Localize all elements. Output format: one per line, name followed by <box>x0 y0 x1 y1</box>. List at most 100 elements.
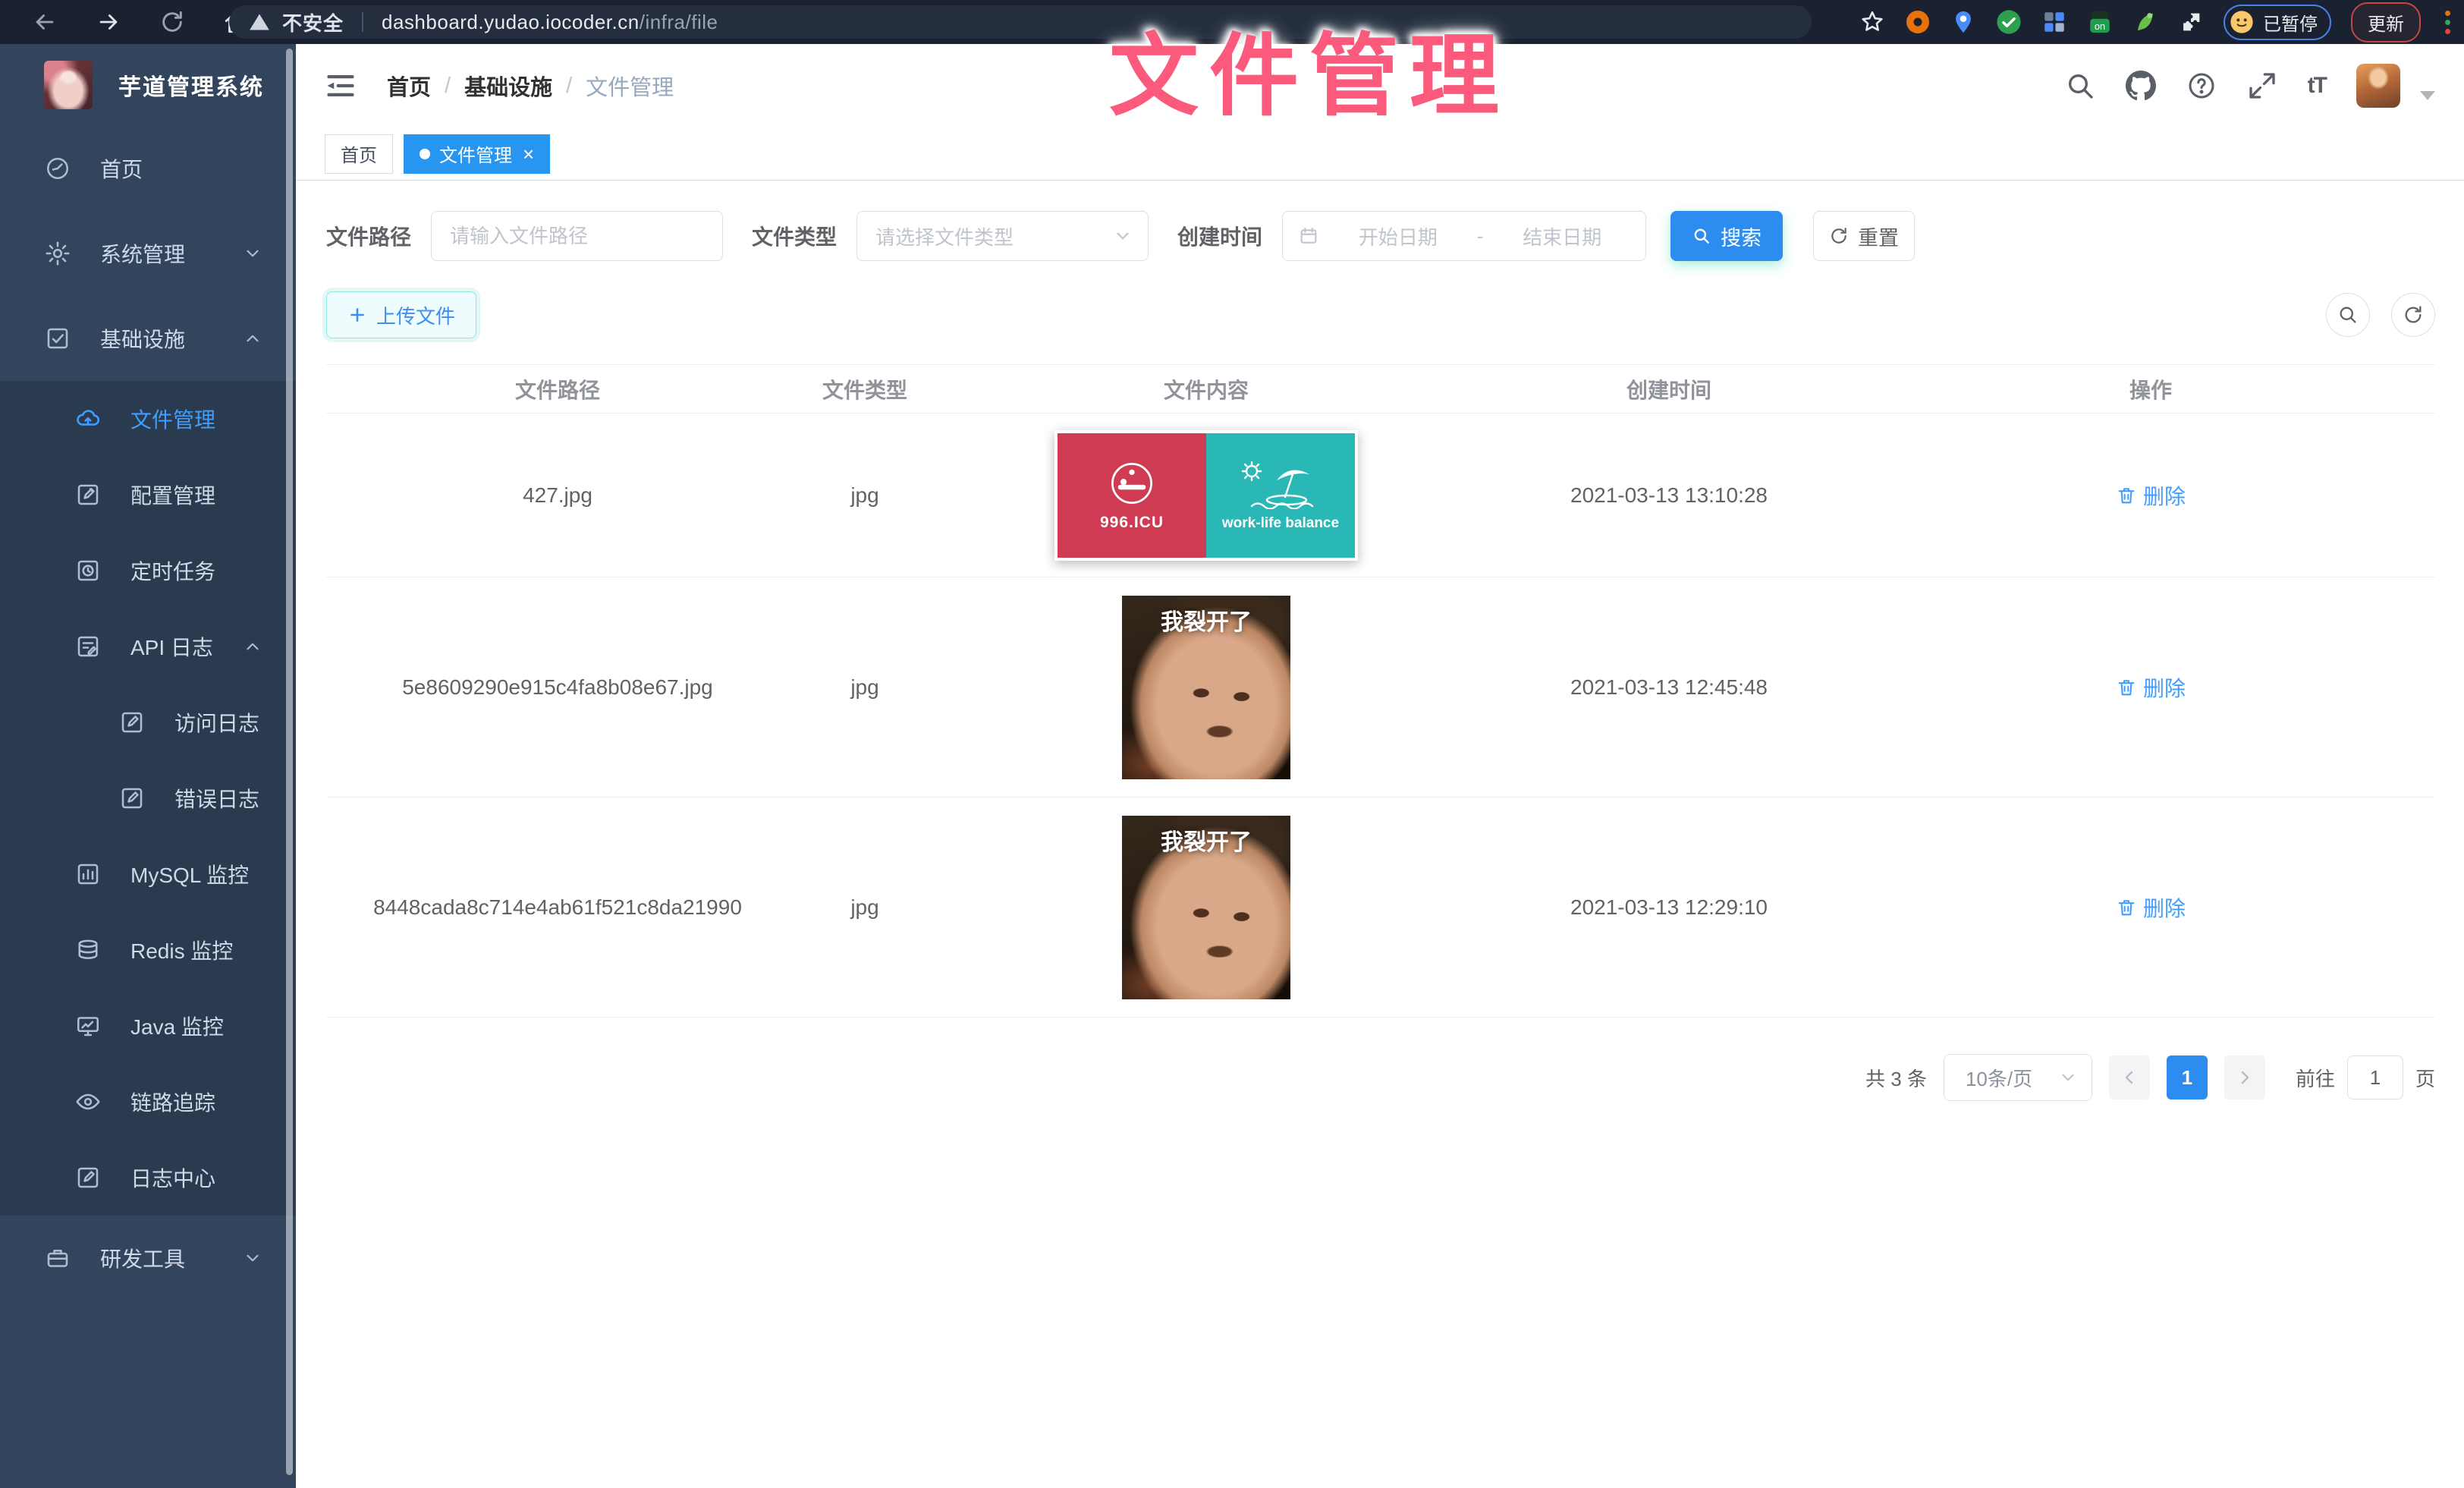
prev-page-button[interactable] <box>2109 1055 2150 1099</box>
cell-file-type: jpg <box>789 675 941 700</box>
log-edit-icon <box>74 633 102 660</box>
sidebar-item-config-management[interactable]: 配置管理 <box>0 457 296 533</box>
sidebar-item-api-log[interactable]: API 日志 <box>0 609 296 684</box>
next-page-button[interactable] <box>2224 1055 2265 1099</box>
ext-on-label: on <box>2095 20 2105 32</box>
tag-home[interactable]: 首页 <box>325 134 393 174</box>
sidebar-item-label: Java 监控 <box>130 1011 224 1041</box>
ext-on-badge-icon[interactable]: on <box>2087 9 2113 35</box>
tag-active-dot <box>420 149 430 159</box>
help-icon[interactable] <box>2186 71 2217 101</box>
breadcrumb-separator: / <box>445 74 451 99</box>
ext-check-circle-icon[interactable] <box>1996 9 2022 35</box>
security-label[interactable]: 不安全 <box>282 8 344 36</box>
ext-gear-icon[interactable] <box>1905 9 1931 35</box>
file-thumbnail-meme[interactable]: 我裂开了 <box>1122 816 1290 999</box>
reset-button[interactable]: 重置 <box>1813 211 1915 261</box>
paused-label: 已暂停 <box>2263 9 2318 36</box>
file-thumbnail-meme[interactable]: 我裂开了 <box>1122 596 1290 779</box>
toggle-search-button[interactable] <box>2326 293 2370 337</box>
sidebar-item-mysql-monitor[interactable]: MySQL 监控 <box>0 836 296 912</box>
column-header-path: 文件路径 <box>326 374 789 404</box>
chevron-left-icon <box>2120 1068 2139 1087</box>
app-logo-image <box>44 61 93 109</box>
date-separator: - <box>1477 225 1484 248</box>
browser-menu-icon[interactable] <box>2440 11 2455 34</box>
sidebar-item-infrastructure[interactable]: 基础设施 <box>0 296 296 381</box>
profile-paused-chip[interactable]: 已暂停 <box>2224 5 2331 40</box>
sidebar-item-log-center[interactable]: 日志中心 <box>0 1140 296 1216</box>
cell-file-type: jpg <box>789 483 941 508</box>
ext-puzzle-icon[interactable] <box>2178 9 2204 35</box>
url-host: dashboard.yudao.iocoder.cn <box>382 11 640 33</box>
sidebar-item-system[interactable]: 系统管理 <box>0 211 296 296</box>
sidebar-item-trace[interactable]: 链路追踪 <box>0 1064 296 1140</box>
tag-close-icon[interactable]: × <box>523 144 534 164</box>
sidebar-item-java-monitor[interactable]: Java 监控 <box>0 988 296 1064</box>
cell-created-time: 2021-03-13 12:45:48 <box>1472 675 1866 700</box>
url-text[interactable]: dashboard.yudao.iocoder.cn/infra/file <box>382 11 718 34</box>
goto-page-input[interactable] <box>2347 1055 2403 1099</box>
breadcrumb-infrastructure[interactable]: 基础设施 <box>464 70 552 102</box>
security-warning-icon[interactable] <box>249 11 270 33</box>
back-icon[interactable] <box>32 9 58 35</box>
cell-file-path: 427.jpg <box>326 483 789 508</box>
browser-extensions-area: on 已暂停 更新 <box>1859 0 2455 44</box>
app-logo-row[interactable]: 芋道管理系统 <box>0 44 296 126</box>
bookmark-star-icon[interactable] <box>1859 9 1885 35</box>
breadcrumb-home[interactable]: 首页 <box>387 70 431 102</box>
search-button-label: 搜索 <box>1721 222 1762 251</box>
file-thumbnail-996[interactable]: 996.ICU <box>1054 430 1358 561</box>
sidebar-item-file-management[interactable]: 文件管理 <box>0 381 296 457</box>
chevron-down-icon <box>243 244 262 263</box>
sidebar-item-access-log[interactable]: 访问日志 <box>0 684 296 760</box>
tag-file-management[interactable]: 文件管理 × <box>404 134 550 174</box>
sidebar-item-dev-tools[interactable]: 研发工具 <box>0 1216 296 1301</box>
thumbnail-wlb-label: work-life balance <box>1222 515 1339 532</box>
ext-pin-icon[interactable] <box>1950 9 1976 35</box>
search-icon[interactable] <box>2065 71 2095 101</box>
main-area: 首页 / 基础设施 / 文件管理 tT <box>296 44 2464 1488</box>
address-bar[interactable]: 不安全 dashboard.yudao.iocoder.cn/infra/fil… <box>229 5 1812 39</box>
pagination-total: 共 3 条 <box>1865 1064 1927 1092</box>
column-header-type: 文件类型 <box>789 374 941 404</box>
search-button[interactable]: 搜索 <box>1670 211 1783 261</box>
delete-button[interactable]: 删除 <box>2116 480 2186 511</box>
timer-icon <box>74 557 102 584</box>
refresh-table-button[interactable] <box>2391 293 2435 337</box>
reload-icon[interactable] <box>159 9 185 35</box>
user-avatar[interactable] <box>2356 64 2400 108</box>
fullscreen-icon[interactable] <box>2247 71 2277 101</box>
file-path-input[interactable] <box>431 211 723 261</box>
ext-grid-icon[interactable] <box>2041 9 2067 35</box>
update-button[interactable]: 更新 <box>2351 2 2421 42</box>
sidebar-item-scheduled-jobs[interactable]: 定时任务 <box>0 533 296 609</box>
chevron-up-icon <box>243 637 262 656</box>
date-range-picker[interactable]: 开始日期 - 结束日期 <box>1282 211 1646 261</box>
thumbnail-996-left-panel: 996.ICU <box>1058 433 1206 558</box>
page-content: 文件路径 文件类型 请选择文件类型 创建时间 开始日期 - 结束日期 <box>296 181 2464 1134</box>
page-size-select[interactable]: 10条/页 <box>1944 1054 2092 1101</box>
sidebar-item-home[interactable]: 首页 <box>0 126 296 211</box>
delete-button[interactable]: 删除 <box>2116 672 2186 703</box>
sidebar-item-redis-monitor[interactable]: Redis 监控 <box>0 912 296 988</box>
sidebar-scrollbar[interactable] <box>286 49 293 1475</box>
delete-button[interactable]: 删除 <box>2116 892 2186 923</box>
page-number-current[interactable]: 1 <box>2167 1055 2208 1099</box>
ext-leaf-icon[interactable] <box>2132 9 2158 35</box>
hamburger-icon[interactable] <box>325 70 357 102</box>
table-row: 427.jpg jpg 996.ICU <box>326 414 2435 577</box>
refresh-icon <box>1829 226 1849 246</box>
caret-down-icon[interactable] <box>2420 91 2435 100</box>
forward-icon[interactable] <box>96 9 121 35</box>
font-size-icon[interactable]: tT <box>2308 73 2326 99</box>
cell-created-time: 2021-03-13 12:29:10 <box>1472 895 1866 920</box>
sidebar-item-error-log[interactable]: 错误日志 <box>0 760 296 836</box>
file-type-select[interactable]: 请选择文件类型 <box>856 211 1149 261</box>
github-icon[interactable] <box>2126 71 2156 101</box>
log-edit-icon <box>74 1164 102 1191</box>
briefcase-icon <box>44 1244 71 1272</box>
upload-file-button[interactable]: 上传文件 <box>326 291 476 338</box>
create-time-label: 创建时间 <box>1177 221 1262 251</box>
chevron-up-icon <box>243 329 262 348</box>
